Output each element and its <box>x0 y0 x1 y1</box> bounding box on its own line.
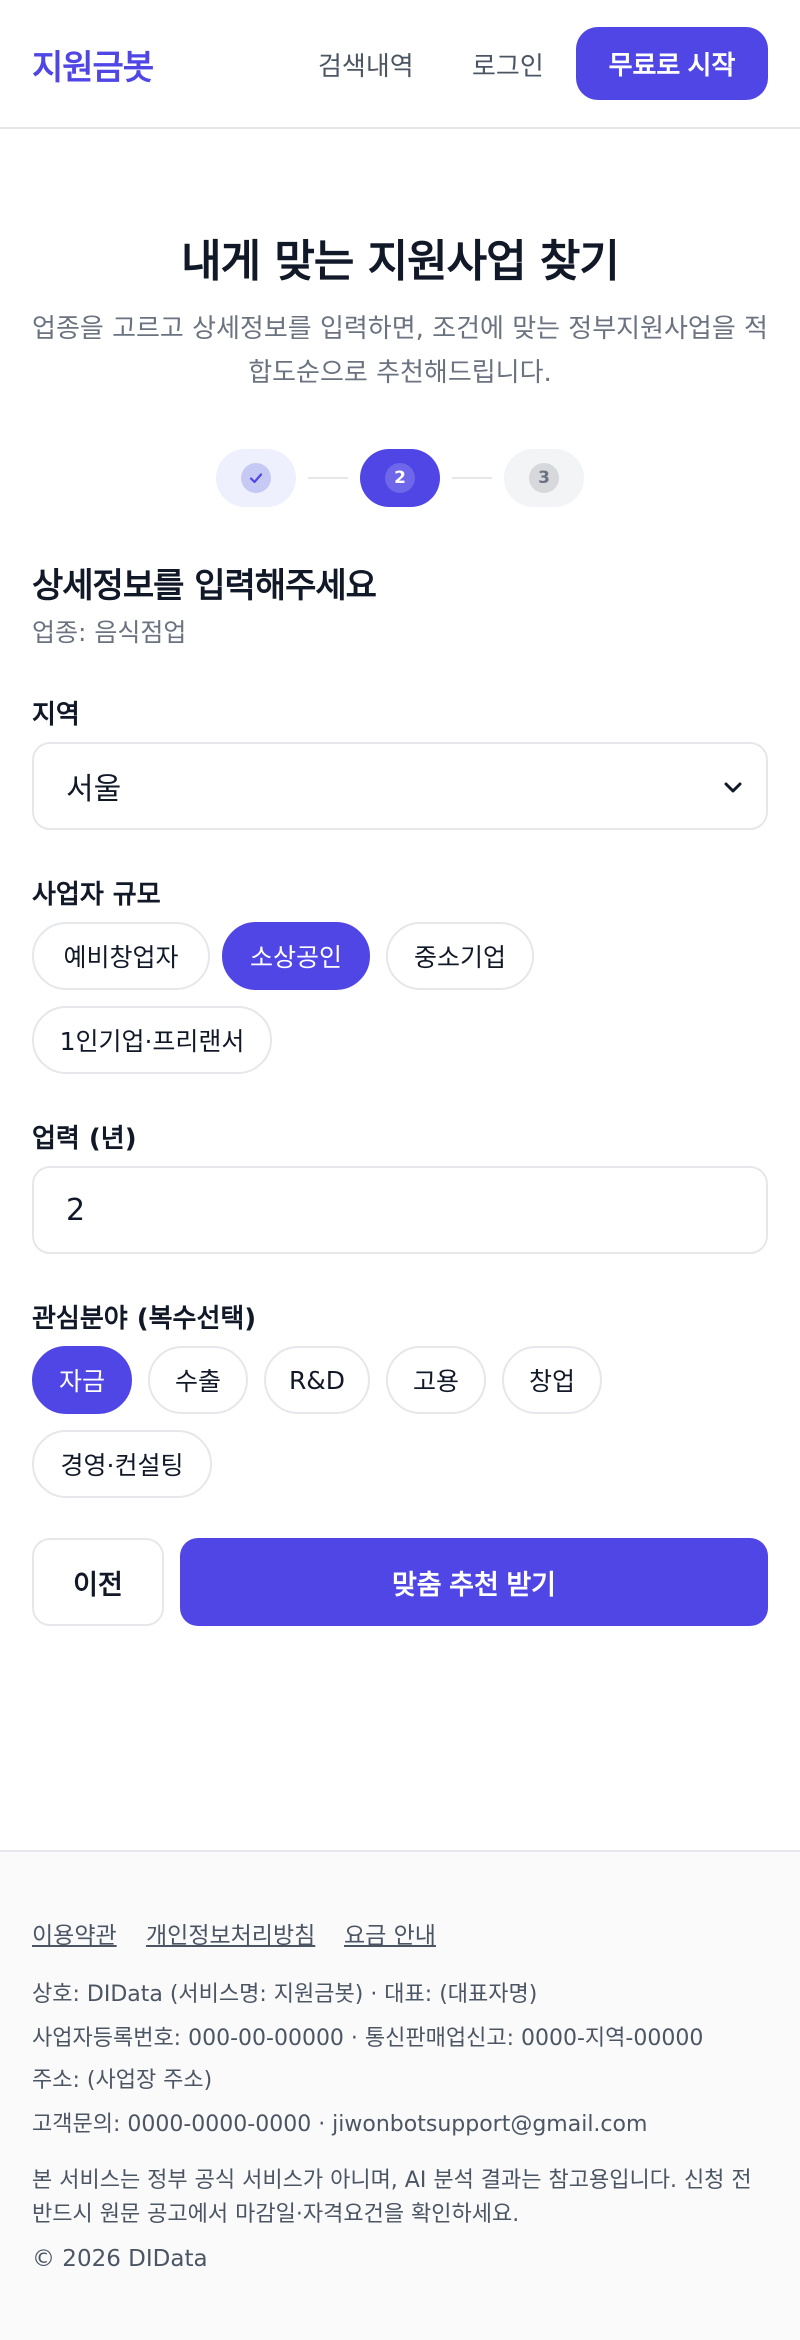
get-recommendations-button[interactable]: 맞춤 추천 받기 <box>180 1538 768 1626</box>
selected-industry: 업종: 음식점업 <box>32 618 187 647</box>
interest-option-rnd[interactable]: R&D <box>264 1346 370 1414</box>
years-in-business-input[interactable] <box>32 1166 768 1254</box>
form-title: 상세정보를 입력해주세요 <box>32 566 377 606</box>
business-scale-label: 사업자 규모 <box>32 880 161 910</box>
interest-option-export[interactable]: 수출 <box>148 1346 248 1414</box>
scale-option-freelancer[interactable]: 1인기업·프리랜서 <box>32 1006 272 1074</box>
page-title: 내게 맞는 지원사업 찾기 <box>181 236 620 287</box>
footer-link-privacy[interactable]: 개인정보처리방침 <box>146 1916 315 1950</box>
start-free-button[interactable]: 무료로 시작 <box>576 27 768 100</box>
nav-login[interactable]: 로그인 <box>472 46 544 83</box>
region-label: 지역 <box>32 700 80 730</box>
nav-search-history[interactable]: 검색내역 <box>318 46 414 83</box>
step-3-pending: 3 <box>504 449 584 507</box>
region-select[interactable]: 서울 <box>32 742 768 830</box>
previous-button[interactable]: 이전 <box>32 1538 164 1626</box>
top-header: 지원금봇 검색내역 로그인 무료로 시작 <box>0 0 800 129</box>
step-3-number: 3 <box>529 463 559 493</box>
interest-option-startup[interactable]: 창업 <box>502 1346 602 1414</box>
step-connector <box>452 477 492 479</box>
interest-option-funding[interactable]: 자금 <box>32 1346 132 1414</box>
footer-link-pricing[interactable]: 요금 안내 <box>344 1916 436 1950</box>
scale-option-prestartup[interactable]: 예비창업자 <box>32 922 210 990</box>
footer-link-terms[interactable]: 이용약관 <box>32 1916 117 1950</box>
footer-address: 주소: (사업장 주소) <box>32 2068 213 2093</box>
page-subtitle: 업종을 고르고 상세정보를 입력하면, 조건에 맞는 정부지원사업을 적합도순으… <box>32 314 768 388</box>
chevron-down-icon <box>724 782 742 793</box>
step-2-active: 2 <box>360 449 440 507</box>
logo[interactable]: 지원금봇 <box>32 40 154 89</box>
footer-registration: 사업자등록번호: 000-00-00000 · 통신판매업신고: 0000-지역… <box>32 2026 704 2051</box>
footer-company: 상호: DIData (서비스명: 지원금봇) · 대표: (대표자명) <box>32 1982 538 2007</box>
region-select-value: 서울 <box>66 772 122 807</box>
footer-copyright: © 2026 DIData <box>32 2246 208 2272</box>
interest-label: 관심분야 (복수선택) <box>32 1304 257 1334</box>
footer-contact: 고객문의: 0000-0000-0000 · jiwonbotsupport@g… <box>32 2112 648 2137</box>
interest-option-employment[interactable]: 고용 <box>386 1346 486 1414</box>
check-icon <box>241 463 271 493</box>
step-connector <box>308 477 348 479</box>
scale-option-small-business[interactable]: 소상공인 <box>222 922 370 990</box>
years-in-business-label: 업력 (년) <box>32 1124 137 1154</box>
step-2-number: 2 <box>385 463 415 493</box>
scale-option-sme[interactable]: 중소기업 <box>386 922 534 990</box>
step-1-done <box>216 449 296 507</box>
footer-disclaimer: 본 서비스는 정부 공식 서비스가 아니며, AI 분석 결과는 참고용입니다.… <box>32 2168 752 2227</box>
interest-option-consulting[interactable]: 경영·컨설팅 <box>32 1430 212 1498</box>
